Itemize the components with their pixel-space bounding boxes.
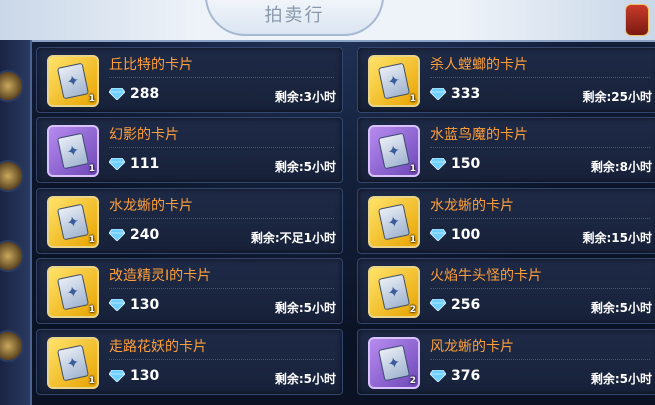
diamond-icon — [109, 370, 125, 382]
card-art-icon: ✦ — [377, 273, 411, 311]
card-art-icon: ✦ — [56, 203, 90, 241]
item-slot[interactable]: ✦ 1 — [47, 125, 99, 177]
item-quantity: 1 — [409, 94, 416, 104]
card-art-icon: ✦ — [56, 344, 90, 382]
auction-listing[interactable]: ✦ 1 幻影的卡片 111 剩余:5小时 — [36, 117, 343, 183]
item-slot[interactable]: ✦ 1 — [368, 196, 420, 248]
auction-listing[interactable]: ✦ 1 水蓝鸟魔的卡片 150 剩余:8小时 — [357, 117, 655, 183]
item-name: 水龙蜥的卡片 — [430, 198, 514, 214]
auction-listing[interactable]: ✦ 1 水龙蜥的卡片 240 剩余:不足1小时 — [36, 188, 343, 254]
time-remaining: 剩余:5小时 — [274, 372, 336, 386]
item-slot[interactable]: ✦ 1 — [47, 266, 99, 318]
item-quantity: 1 — [88, 235, 95, 245]
diamond-icon — [430, 299, 446, 311]
left-side-panel — [0, 40, 32, 405]
diamond-icon — [109, 88, 125, 100]
item-name: 改造精灵I的卡片 — [109, 268, 212, 284]
item-slot[interactable]: ✦ 1 — [47, 196, 99, 248]
time-remaining: 剩余:5小时 — [274, 160, 336, 174]
item-name: 幻影的卡片 — [109, 127, 179, 143]
item-price: 333 — [451, 86, 481, 102]
card-art-icon: ✦ — [377, 203, 411, 241]
diamond-icon — [430, 88, 446, 100]
card-art-icon: ✦ — [56, 273, 90, 311]
item-quantity: 1 — [88, 305, 95, 315]
row-divider — [430, 359, 650, 360]
auction-listing[interactable]: ✦ 1 杀人螳螂的卡片 333 剩余:25小时 — [357, 47, 655, 113]
item-name: 火焰牛头怪的卡片 — [430, 268, 542, 284]
time-remaining: 剩余:25小时 — [582, 90, 653, 104]
time-remaining: 剩余:5小时 — [590, 372, 652, 386]
item-price: 130 — [130, 297, 160, 313]
item-price: 111 — [130, 156, 160, 172]
item-price: 150 — [451, 156, 481, 172]
item-quantity: 1 — [88, 94, 95, 104]
time-remaining: 剩余:3小时 — [274, 90, 336, 104]
item-quantity: 2 — [409, 376, 416, 386]
page-title: 拍卖行 — [205, 0, 384, 36]
item-quantity: 1 — [409, 164, 416, 174]
time-remaining: 剩余:15小时 — [582, 231, 653, 245]
row-divider — [109, 359, 334, 360]
item-price: 256 — [451, 297, 481, 313]
row-divider — [109, 77, 334, 78]
time-remaining: 剩余:不足1小时 — [250, 231, 336, 245]
row-divider — [430, 218, 650, 219]
auction-listing[interactable]: ✦ 1 水龙蜥的卡片 100 剩余:15小时 — [357, 188, 655, 254]
row-divider — [109, 147, 334, 148]
item-quantity: 1 — [88, 376, 95, 386]
diamond-icon — [109, 229, 125, 241]
card-art-icon: ✦ — [377, 62, 411, 100]
row-divider — [430, 288, 650, 289]
item-slot[interactable]: ✦ 2 — [368, 266, 420, 318]
item-name: 丘比特的卡片 — [109, 57, 193, 73]
diamond-icon — [430, 158, 446, 170]
auction-listing[interactable]: ✦ 1 丘比特的卡片 288 剩余:3小时 — [36, 47, 343, 113]
item-quantity: 1 — [88, 164, 95, 174]
time-remaining: 剩余:5小时 — [590, 301, 652, 315]
auction-listing[interactable]: ✦ 2 风龙蜥的卡片 376 剩余:5小时 — [357, 329, 655, 395]
item-price: 130 — [130, 368, 160, 384]
card-art-icon: ✦ — [56, 132, 90, 170]
side-ornament-icon — [0, 70, 24, 102]
auction-listing[interactable]: ✦ 2 火焰牛头怪的卡片 256 剩余:5小时 — [357, 258, 655, 324]
item-price: 100 — [451, 227, 481, 243]
diamond-icon — [109, 299, 125, 311]
item-quantity: 2 — [409, 305, 416, 315]
item-name: 走路花妖的卡片 — [109, 339, 207, 355]
card-art-icon: ✦ — [56, 62, 90, 100]
side-ornament-icon — [0, 330, 24, 362]
item-slot[interactable]: ✦ 1 — [47, 337, 99, 389]
row-divider — [430, 77, 650, 78]
row-divider — [109, 218, 334, 219]
item-price: 376 — [451, 368, 481, 384]
item-slot[interactable]: ✦ 1 — [368, 55, 420, 107]
row-divider — [109, 288, 334, 289]
item-name: 水龙蜥的卡片 — [109, 198, 193, 214]
auction-listing[interactable]: ✦ 1 走路花妖的卡片 130 剩余:5小时 — [36, 329, 343, 395]
item-name: 杀人螳螂的卡片 — [430, 57, 528, 73]
item-slot[interactable]: ✦ 1 — [47, 55, 99, 107]
item-quantity: 1 — [409, 235, 416, 245]
close-icon[interactable] — [625, 4, 649, 36]
diamond-icon — [109, 158, 125, 170]
item-name: 水蓝鸟魔的卡片 — [430, 127, 528, 143]
time-remaining: 剩余:8小时 — [590, 160, 652, 174]
item-price: 240 — [130, 227, 160, 243]
item-slot[interactable]: ✦ 2 — [368, 337, 420, 389]
card-art-icon: ✦ — [377, 344, 411, 382]
diamond-icon — [430, 229, 446, 241]
item-name: 风龙蜥的卡片 — [430, 339, 514, 355]
time-remaining: 剩余:5小时 — [274, 301, 336, 315]
auction-listing[interactable]: ✦ 1 改造精灵I的卡片 130 剩余:5小时 — [36, 258, 343, 324]
row-divider — [430, 147, 650, 148]
side-ornament-icon — [0, 160, 24, 192]
item-price: 288 — [130, 86, 160, 102]
side-ornament-icon — [0, 240, 24, 272]
item-slot[interactable]: ✦ 1 — [368, 125, 420, 177]
card-art-icon: ✦ — [377, 132, 411, 170]
diamond-icon — [430, 370, 446, 382]
